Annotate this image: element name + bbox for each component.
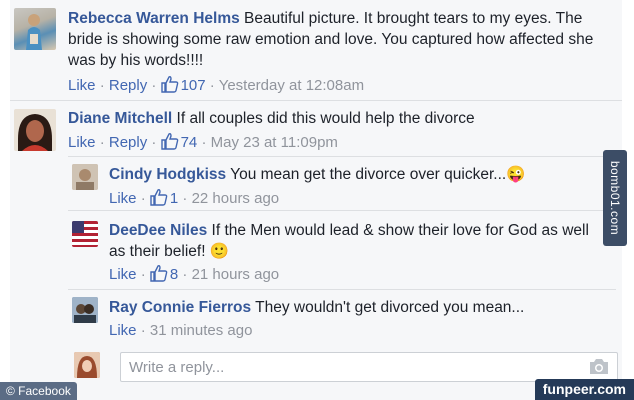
reply-author[interactable]: DeeDee Niles <box>109 222 207 239</box>
winking-tongue-emoji: 😜 <box>506 166 526 183</box>
camera-icon[interactable] <box>589 358 609 380</box>
like-button[interactable]: Like <box>109 266 137 283</box>
reply-text: You mean get the divorce over quicker... <box>230 166 507 183</box>
timestamp[interactable]: 21 hours ago <box>192 266 280 283</box>
separator: · <box>209 77 215 94</box>
comment-actions: Like · Reply · 74 · May 23 at 11:09pm <box>68 133 338 154</box>
like-button[interactable]: Like <box>109 190 137 207</box>
reply-body: DeeDee Niles If the Men would lead & sho… <box>109 220 589 262</box>
timestamp[interactable]: 22 hours ago <box>192 190 280 207</box>
comment-body: Diane Mitchell If all couples did this w… <box>68 108 608 129</box>
smile-emoji: 🙂 <box>209 243 230 260</box>
separator: · <box>182 266 188 283</box>
reply-text: They wouldn't get divorced you mean... <box>255 299 525 316</box>
reply-button[interactable]: Reply <box>109 77 147 94</box>
reply-item: Ray Connie Fierros They wouldn't get div… <box>72 289 612 345</box>
like-count[interactable]: 107 <box>181 77 206 94</box>
thumbs-up-icon[interactable] <box>160 133 179 154</box>
comment-item: Rebecca Warren Helms Beautiful picture. … <box>14 0 614 100</box>
like-button[interactable]: Like <box>68 134 96 151</box>
avatar[interactable] <box>72 221 98 247</box>
reply-composer[interactable] <box>120 352 618 382</box>
comment-text: If all couples did this would help the d… <box>176 110 475 127</box>
comments-panel: Rebecca Warren Helms Beautiful picture. … <box>10 0 622 400</box>
separator: · <box>151 77 157 94</box>
reply-button[interactable]: Reply <box>109 134 147 151</box>
comment-author[interactable]: Diane Mitchell <box>68 110 172 127</box>
separator: · <box>151 134 157 151</box>
facebook-credit: © Facebook <box>0 382 77 400</box>
comment-body: Rebecca Warren Helms Beautiful picture. … <box>68 8 608 71</box>
comment-item: Diane Mitchell If all couples did this w… <box>14 100 614 155</box>
separator: · <box>140 266 146 283</box>
current-user-avatar <box>74 352 100 378</box>
avatar[interactable] <box>14 109 56 151</box>
comment-author[interactable]: Rebecca Warren Helms <box>68 10 240 27</box>
watermark-text: bomb01.com <box>608 160 622 236</box>
avatar[interactable] <box>14 8 56 50</box>
reply-body: Cindy Hodgkiss You mean get the divorce … <box>109 164 609 185</box>
reply-author[interactable]: Cindy Hodgkiss <box>109 166 226 183</box>
comment-actions: Like · Reply · 107 · Yesterday at 12:08a… <box>68 76 364 97</box>
separator: · <box>201 134 207 151</box>
like-count[interactable]: 1 <box>170 190 178 207</box>
like-button[interactable]: Like <box>68 77 96 94</box>
separator: · <box>99 134 105 151</box>
like-count[interactable]: 8 <box>170 266 178 283</box>
separator: · <box>182 190 188 207</box>
thumbs-up-icon[interactable] <box>150 189 168 210</box>
like-button[interactable]: Like <box>109 322 137 339</box>
thumbs-up-icon[interactable] <box>150 265 168 286</box>
reply-author[interactable]: Ray Connie Fierros <box>109 299 251 316</box>
separator: · <box>140 190 146 207</box>
timestamp[interactable]: May 23 at 11:09pm <box>211 134 338 151</box>
like-count[interactable]: 74 <box>181 134 198 151</box>
reply-actions: Like · 8 · 21 hours ago <box>109 265 279 286</box>
timestamp[interactable]: Yesterday at 12:08am <box>219 77 364 94</box>
site-watermark: funpeer.com <box>534 379 634 400</box>
reply-actions: Like · 31 minutes ago <box>109 322 252 339</box>
avatar[interactable] <box>72 164 98 190</box>
site-watermark-vertical: bomb01.com <box>603 150 627 246</box>
thumbs-up-icon[interactable] <box>160 76 179 97</box>
separator: · <box>99 77 105 94</box>
reply-input[interactable] <box>121 353 561 381</box>
reply-item: DeeDee Niles If the Men would lead & sho… <box>72 210 612 290</box>
avatar[interactable] <box>72 297 98 323</box>
reply-actions: Like · 1 · 22 hours ago <box>109 189 279 210</box>
separator: · <box>140 322 146 339</box>
timestamp[interactable]: 31 minutes ago <box>150 322 253 339</box>
reply-item: Cindy Hodgkiss You mean get the divorce … <box>72 156 612 210</box>
reply-body: Ray Connie Fierros They wouldn't get div… <box>109 297 609 318</box>
